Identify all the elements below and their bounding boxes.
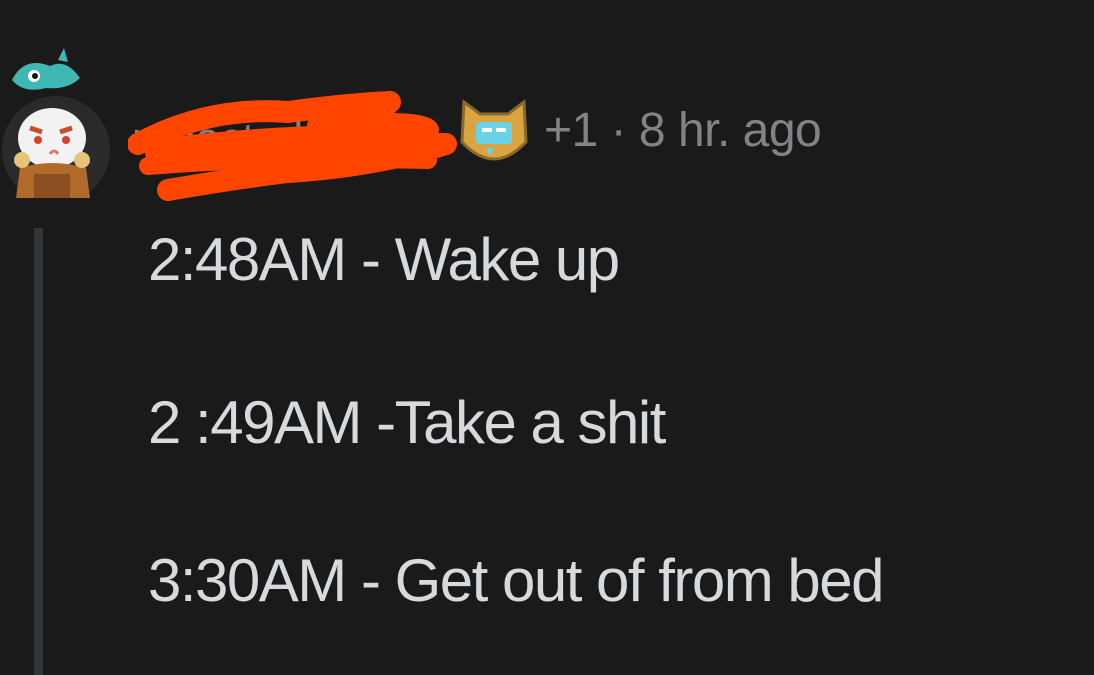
redaction-scribble xyxy=(128,91,457,201)
timestamp[interactable]: 8 hr. ago xyxy=(639,104,822,157)
comment-line: 2 :49AM -Take a shit xyxy=(148,389,666,456)
snoo-avatar-icon xyxy=(2,48,110,204)
comment-line: 2:48AM - Wake up xyxy=(148,226,620,293)
cat-badge-icon xyxy=(460,99,528,161)
comment-meta-text: +1 · 8 hr. ago xyxy=(544,103,822,158)
comment-line: 3:30AM - Get out of from bed xyxy=(148,547,885,614)
avatar[interactable] xyxy=(0,28,124,204)
comment-meta: redacted +1 · 8 hr. ago xyxy=(128,86,932,201)
comment: redacted +1 · 8 hr. ago 2:48AM - Wake up… xyxy=(0,0,1094,675)
score: +1 xyxy=(544,104,598,157)
thread-collapse-line[interactable] xyxy=(34,228,43,675)
meta-separator: · xyxy=(610,104,627,157)
